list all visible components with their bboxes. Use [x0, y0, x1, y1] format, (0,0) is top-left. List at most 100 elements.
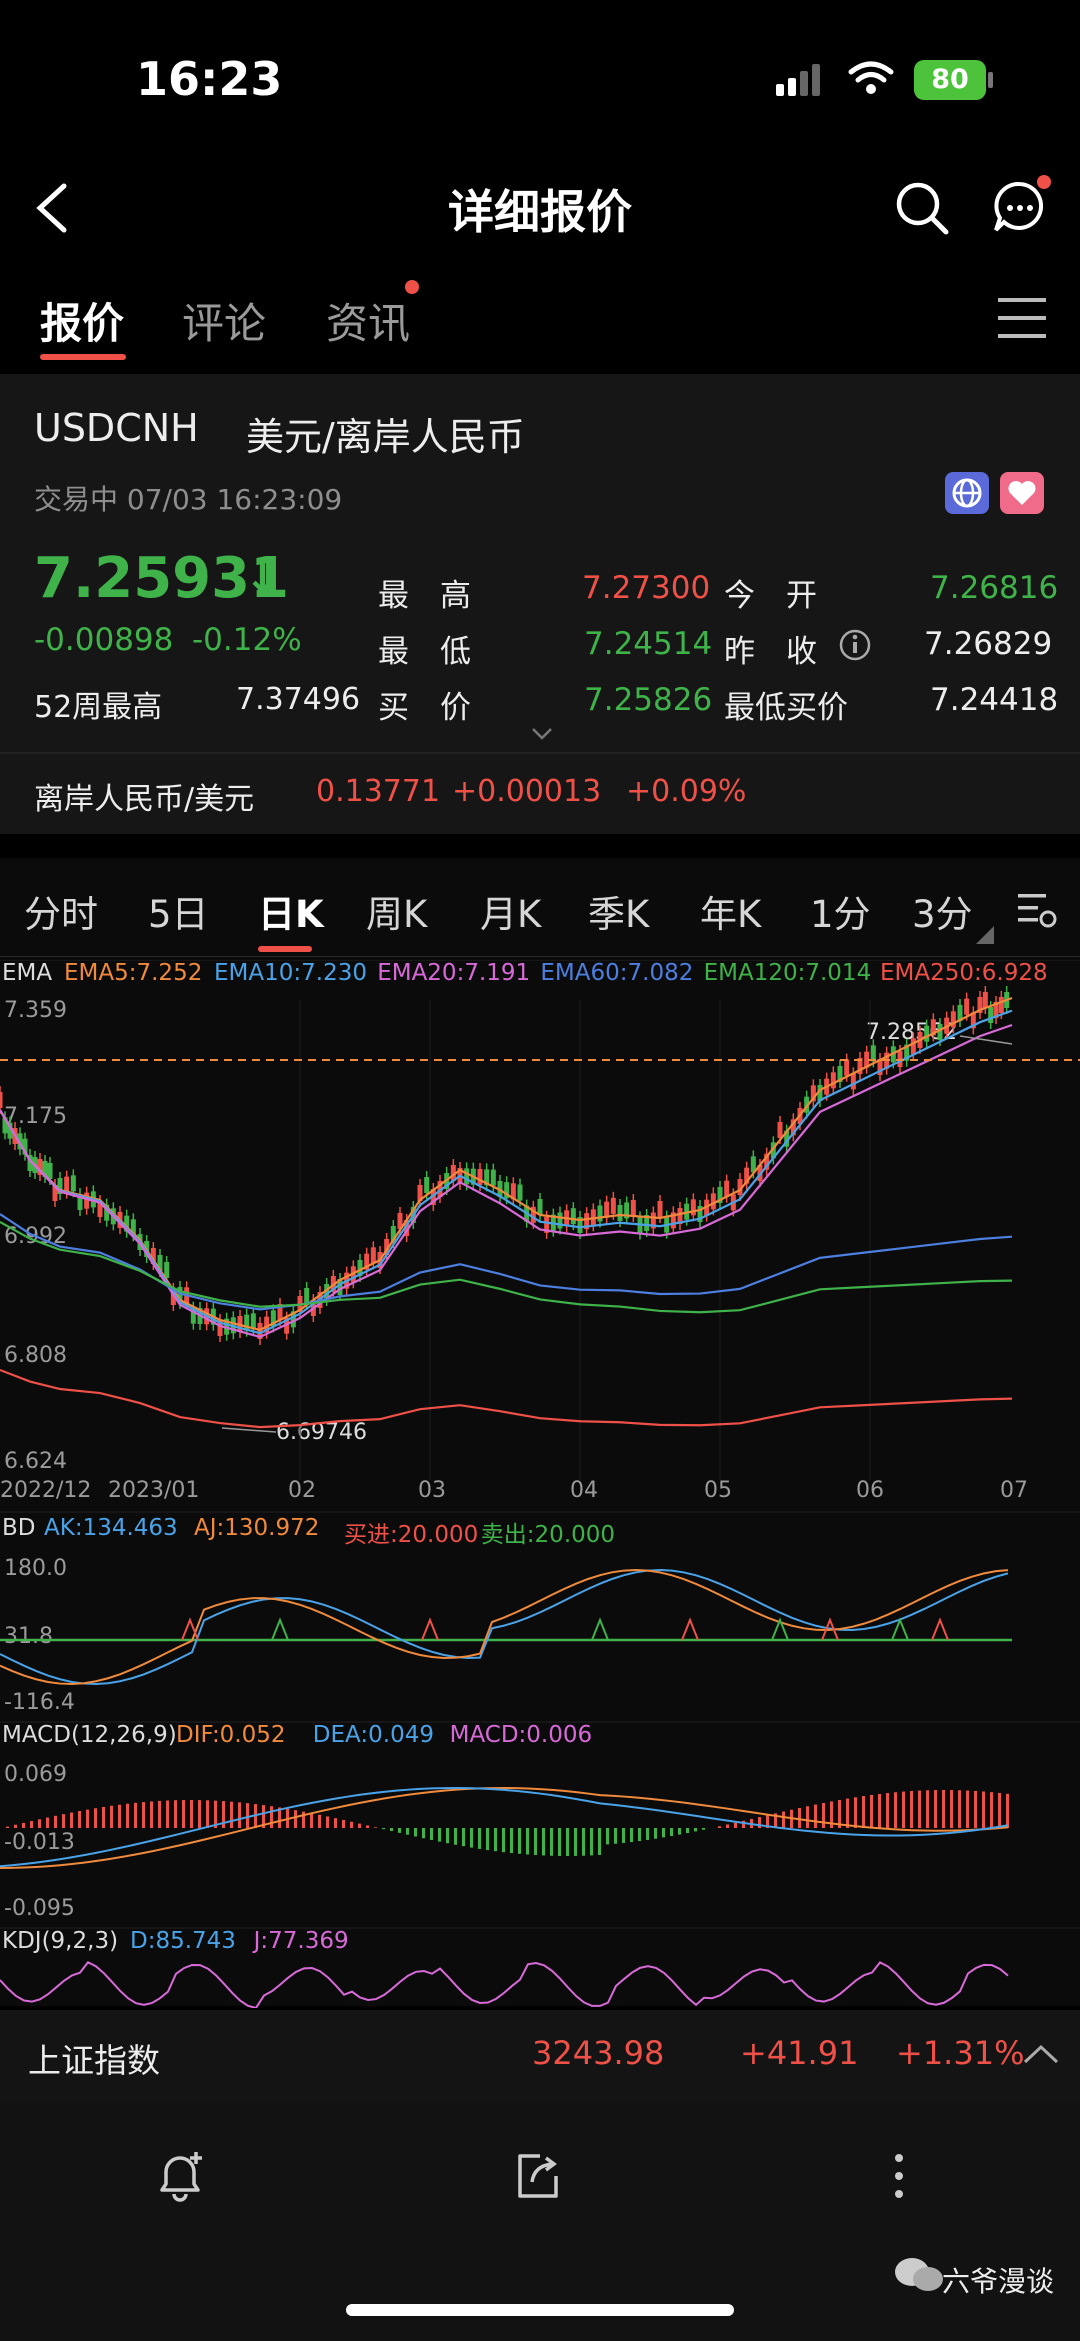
candle-body [964, 998, 970, 1015]
macd-bar [510, 1828, 513, 1854]
macd-bar [974, 1790, 977, 1828]
macd-bar [494, 1828, 497, 1852]
inverse-pair-name: 离岸人民币/美元 [34, 782, 255, 817]
macd-bar [886, 1793, 889, 1828]
macd-bar [342, 1819, 345, 1828]
period-tab-6[interactable]: 年K [700, 884, 761, 938]
macd-bar [110, 1805, 113, 1828]
down-arrow-icon: ↓ [244, 552, 281, 603]
status-bar: 16:23 80 [0, 0, 1080, 160]
period-tab-8[interactable]: 3分 [912, 884, 973, 938]
home-indicator[interactable] [346, 2304, 734, 2316]
kdj-line [0, 1961, 1009, 2008]
macd-bar [822, 1802, 825, 1828]
w52-high-label: 52周最高 [34, 690, 163, 725]
period-tab-0[interactable]: 分时 [24, 884, 98, 938]
open-label: 今 开 [724, 578, 817, 614]
index-change: +41.91 [740, 2034, 859, 2072]
macd-bar [718, 1826, 721, 1828]
candle-body [777, 1122, 783, 1138]
macd-bar [694, 1828, 697, 1832]
share-icon[interactable] [510, 2148, 566, 2204]
candlestick-chart[interactable] [0, 960, 1080, 2008]
macd-bar [926, 1790, 929, 1828]
macd-bar [246, 1803, 249, 1828]
macd-bar [206, 1800, 209, 1828]
period-tab-7[interactable]: 1分 [810, 884, 871, 938]
tab-quote[interactable]: 报价 [40, 290, 124, 351]
search-icon[interactable] [894, 180, 950, 236]
bell-plus-icon[interactable] [152, 2148, 208, 2204]
index-pct: +1.31% [896, 2034, 1025, 2072]
candle-body [850, 1073, 856, 1090]
candle-body [724, 1180, 730, 1197]
tab-news[interactable]: 资讯 [326, 290, 410, 351]
macd-bar [654, 1828, 657, 1839]
menu-icon[interactable] [998, 296, 1046, 340]
macd-bar [990, 1792, 993, 1828]
index-value: 3243.98 [532, 2034, 665, 2072]
divider [0, 752, 1080, 754]
candle-body [844, 1059, 850, 1076]
bid-value: 7.25826 [584, 682, 713, 718]
tab-comments[interactable]: 评论 [182, 290, 266, 351]
candle-body [982, 992, 988, 1008]
macd-bar [62, 1814, 65, 1828]
low-value: 7.24514 [584, 626, 713, 662]
macd-bar [630, 1828, 633, 1843]
inverse-pair-pct: +0.09% [626, 774, 747, 809]
macd-bar [430, 1828, 433, 1840]
high-value: 7.27300 [582, 570, 711, 606]
candle-body [924, 1025, 930, 1042]
expand-chevron-icon[interactable] [530, 726, 554, 742]
macd-bar [814, 1804, 817, 1828]
period-tab-1[interactable]: 5日 [148, 884, 209, 938]
candle-body [597, 1205, 603, 1222]
macd-bar [118, 1804, 121, 1828]
macd-bar [270, 1806, 273, 1828]
macd-bar [422, 1828, 425, 1839]
candle-body [690, 1199, 696, 1216]
candle-body [537, 1199, 543, 1215]
macd-bar [310, 1813, 313, 1828]
period-tab-4[interactable]: 月K [480, 884, 541, 938]
candle-body [47, 1163, 53, 1179]
period-tab-3[interactable]: 周K [366, 884, 427, 938]
macd-bar [798, 1807, 801, 1828]
macd-bar [126, 1803, 129, 1828]
w52-high-value: 7.37496 [236, 682, 361, 717]
macd-bar [102, 1806, 105, 1828]
macd-bar [782, 1811, 785, 1828]
prev-close-label: 昨 收 [724, 634, 817, 670]
macd-bar [462, 1828, 465, 1847]
globe-icon[interactable] [945, 472, 989, 514]
macd-bar [94, 1808, 97, 1828]
candle-body [998, 997, 1004, 1013]
ema-line-0 [0, 996, 1013, 1332]
min-bid-label: 最低买价 [724, 690, 848, 726]
period-tab-2[interactable]: 日K [258, 884, 324, 938]
index-ticker-bar[interactable]: 上证指数 3243.98 +41.91 +1.31% [0, 2010, 1080, 2102]
macd-bar [526, 1828, 529, 1855]
macd-bar [870, 1794, 873, 1828]
favorite-heart-icon[interactable] [1000, 472, 1044, 514]
macd-bar [542, 1828, 545, 1856]
macd-bar [598, 1828, 601, 1855]
macd-bar [6, 1826, 9, 1828]
trade-status: 交易中 07/03 16:23:09 [34, 483, 343, 516]
macd-bar [406, 1828, 409, 1835]
candle-body [630, 1200, 636, 1216]
bd-signal-7 [891, 1617, 909, 1641]
chart-settings-icon[interactable] [1016, 890, 1058, 930]
macd-bar [382, 1828, 385, 1830]
more-vertical-icon[interactable] [884, 2148, 914, 2204]
high-label: 最 高 [378, 578, 471, 614]
info-icon[interactable] [838, 628, 872, 662]
macd-bar [166, 1800, 169, 1828]
message-button[interactable] [990, 174, 1054, 238]
index-name: 上证指数 [28, 2041, 160, 2080]
chevron-up-icon[interactable] [1022, 2042, 1060, 2066]
period-tab-5[interactable]: 季K [588, 884, 649, 938]
macd-bar [622, 1828, 625, 1843]
quote-panel: USDCNH 美元/离岸人民币 交易中 07/03 16:23:09 7.259… [0, 374, 1080, 834]
